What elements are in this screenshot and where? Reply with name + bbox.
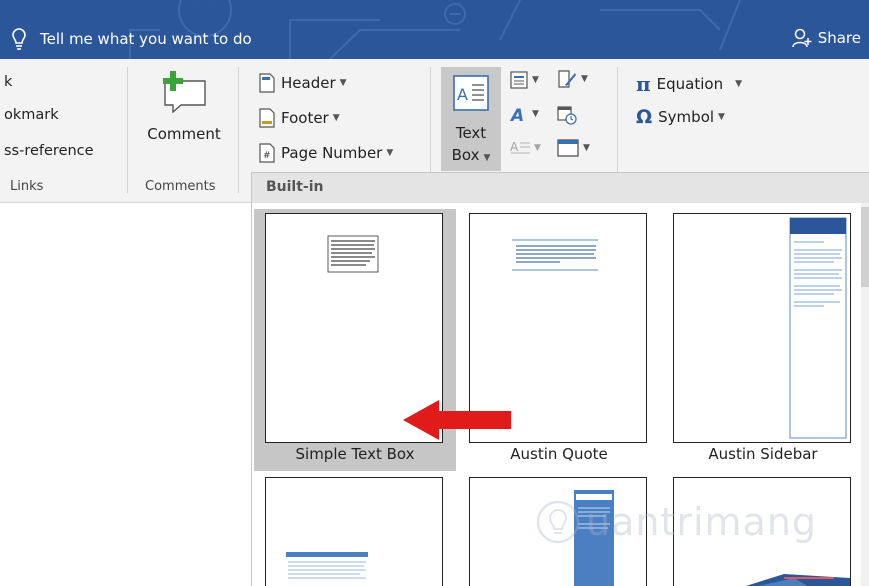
footer-label: Footer [281,109,329,127]
svg-text:#: # [263,151,271,161]
section-title: Built-in [266,179,324,195]
tell-me-text: Tell me what you want to do [40,30,252,48]
header-icon [259,73,275,93]
wordart-button[interactable]: A ▼ [510,105,539,123]
object-icon [557,139,579,157]
comment-button-label: Comment [147,125,221,143]
comments-group-label: Comments [145,179,216,194]
tile-label-simple-text-box: Simple Text Box [295,445,415,463]
links-item-link[interactable]: k [4,74,12,90]
tell-me-search[interactable]: Tell me what you want to do [12,28,252,50]
red-arrow-annotation [403,400,511,440]
watermark: uantrimang [536,500,817,544]
object-button[interactable]: ▼ [557,139,590,157]
gallery-scrollbar-thumb[interactable] [861,207,869,287]
footer-icon [259,108,275,128]
header-label: Header [281,74,336,92]
text-box-label-line1: Text [455,124,487,142]
chevron-down-icon: ▼ [332,113,340,123]
links-item-bookmark[interactable]: okmark [4,107,59,123]
svg-text:A: A [510,140,519,154]
pi-icon: π [636,72,651,96]
group-separator [238,67,239,193]
share-button[interactable]: Share [791,28,861,48]
title-bar: Tell me what you want to do Share [0,0,869,59]
tile-label-austin-sidebar: Austin Sidebar [708,445,818,463]
signature-line-button[interactable]: ▼ [557,69,588,89]
header-button[interactable]: Header ▼ [259,73,347,93]
tile-preview [286,552,368,579]
new-comment-icon [163,71,206,113]
text-box-label-box: Box [451,146,480,164]
links-item-cross-reference[interactable]: ss-reference [4,143,94,159]
chevron-down-icon: ▼ [339,78,347,88]
page-number-label: Page Number [281,144,383,162]
group-separator [127,67,128,193]
gallery-section-header: Built-in [252,173,869,203]
wordart-icon: A [510,106,524,123]
equation-label: Equation [656,75,724,93]
page-number-button[interactable]: # Page Number ▼ [259,143,393,163]
links-group-label: Links [10,179,44,194]
drop-cap-icon: A [510,140,530,154]
share-label: Share [817,29,861,47]
symbol-button[interactable]: Ω Symbol ▼ [636,106,725,128]
chevron-down-icon: ▼ [532,75,539,85]
chevron-down-icon: ▼ [386,148,394,158]
chevron-down-icon: ▼ [534,143,541,153]
chevron-down-icon: ▼ [581,74,588,84]
svg-text:A: A [457,85,468,104]
lightbulb-icon [12,28,26,50]
chevron-down-icon: ▼ [735,79,742,89]
svg-text:A: A [510,106,524,123]
drop-cap-button[interactable]: A ▼ [510,139,541,157]
page-number-icon: # [259,143,275,163]
text-box-button[interactable]: A Text Box ▼ [441,67,501,171]
text-box-icon: A [453,75,489,111]
chevron-down-icon: ▼ [483,153,491,163]
lightbulb-logo-icon [536,500,580,544]
quick-parts-button[interactable]: ▼ [510,71,539,89]
text-box-label-line2: Box ▼ [441,146,501,164]
gallery-tile-austin-sidebar[interactable] [673,213,851,443]
footer-button[interactable]: Footer ▼ [259,108,340,128]
chevron-down-icon: ▼ [583,143,590,153]
date-time-button[interactable] [557,105,577,129]
symbol-label: Symbol [658,108,715,126]
tile-label-austin-quote: Austin Quote [510,445,608,463]
chevron-down-icon: ▼ [532,109,539,119]
signature-pen-icon [558,70,576,88]
gallery-tile[interactable] [265,477,443,586]
austin-sidebar-preview [789,217,847,439]
quick-parts-icon [510,71,528,89]
watermark-text: uantrimang [586,500,818,544]
share-person-icon [791,28,812,48]
chevron-down-icon: ▼ [718,112,725,122]
omega-icon: Ω [636,106,653,128]
date-time-icon [557,106,577,125]
equation-button[interactable]: π Equation ▼ [636,72,742,96]
comment-button[interactable]: Comment [139,69,229,171]
